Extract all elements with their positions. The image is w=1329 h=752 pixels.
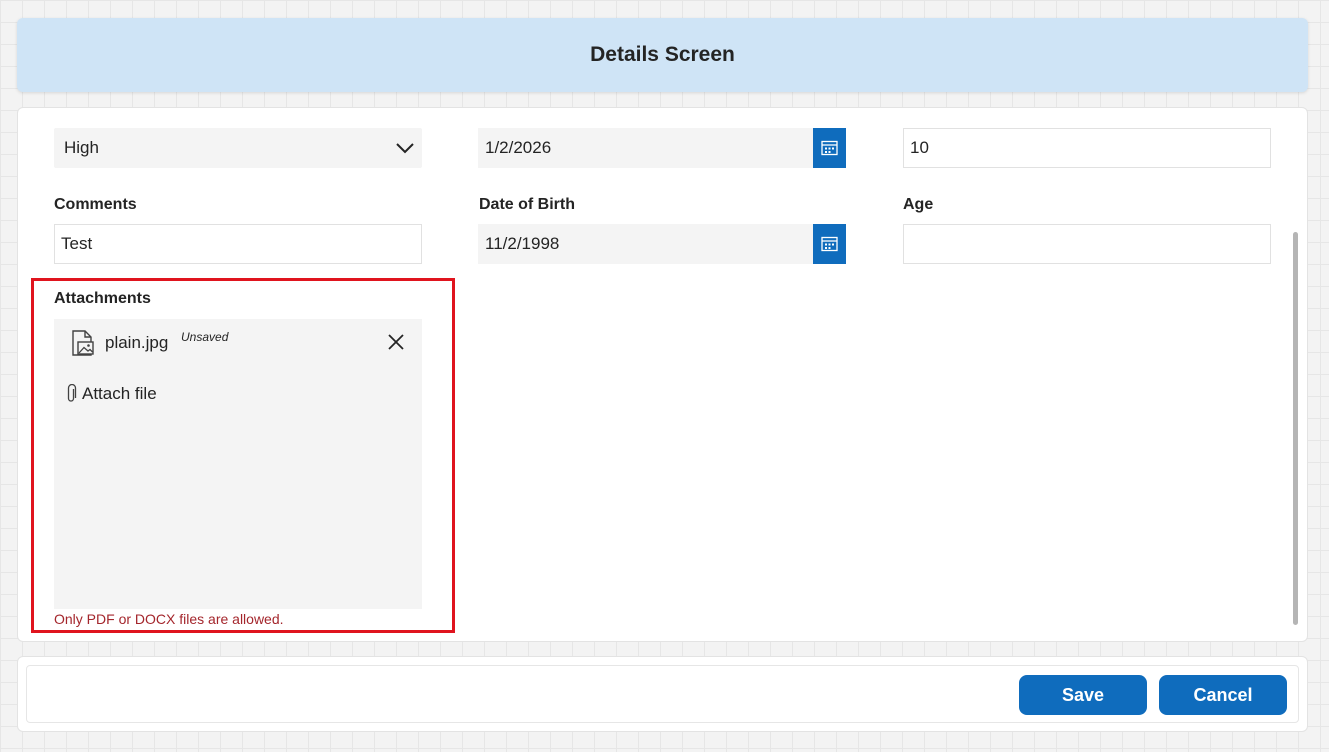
- close-icon[interactable]: [386, 332, 406, 352]
- date-picker-row1: 1/2/2026: [478, 128, 846, 168]
- save-button[interactable]: Save: [1019, 675, 1147, 715]
- age-input[interactable]: [903, 224, 1271, 264]
- attachment-error-message: Only PDF or DOCX files are allowed.: [54, 611, 284, 627]
- form-scrollbar-thumb[interactable]: [1293, 232, 1298, 625]
- page-title: Details Screen: [590, 43, 735, 66]
- date-of-birth-label: Date of Birth: [479, 196, 575, 213]
- attach-file-button[interactable]: Attach file: [64, 383, 157, 405]
- form-card: High 1/2/2026 10 Comments Date of Birth …: [17, 107, 1308, 642]
- screen-header: Details Screen: [17, 18, 1308, 92]
- priority-dropdown-value: High: [64, 138, 99, 157]
- attachment-file-name[interactable]: plain.jpg: [105, 333, 168, 353]
- date-of-birth-picker: 11/2/1998: [478, 224, 846, 264]
- age-label: Age: [903, 196, 934, 213]
- calendar-icon: [821, 236, 838, 252]
- cancel-button[interactable]: Cancel: [1159, 675, 1287, 715]
- footer-bar: Save Cancel: [17, 656, 1308, 732]
- date-of-birth-input[interactable]: 11/2/1998: [478, 224, 813, 264]
- attach-file-label: Attach file: [82, 384, 157, 403]
- comments-input[interactable]: Test: [54, 224, 422, 264]
- image-file-icon: [72, 330, 94, 356]
- date-input-row1[interactable]: 1/2/2026: [478, 128, 813, 168]
- calendar-button-row1[interactable]: [813, 128, 846, 168]
- priority-dropdown[interactable]: High: [54, 128, 422, 168]
- number-input-row1[interactable]: 10: [903, 128, 1271, 168]
- attachment-status: Unsaved: [181, 330, 229, 344]
- date-of-birth-calendar-button[interactable]: [813, 224, 846, 264]
- calendar-icon: [821, 140, 838, 156]
- comments-label: Comments: [54, 196, 137, 213]
- chevron-down-icon: [396, 143, 414, 154]
- attachment-item: plain.jpg Unsaved: [54, 319, 422, 367]
- paperclip-icon: [67, 384, 77, 402]
- attachments-panel: plain.jpg Unsaved Attach file: [54, 319, 422, 609]
- attachments-label: Attachments: [54, 290, 151, 307]
